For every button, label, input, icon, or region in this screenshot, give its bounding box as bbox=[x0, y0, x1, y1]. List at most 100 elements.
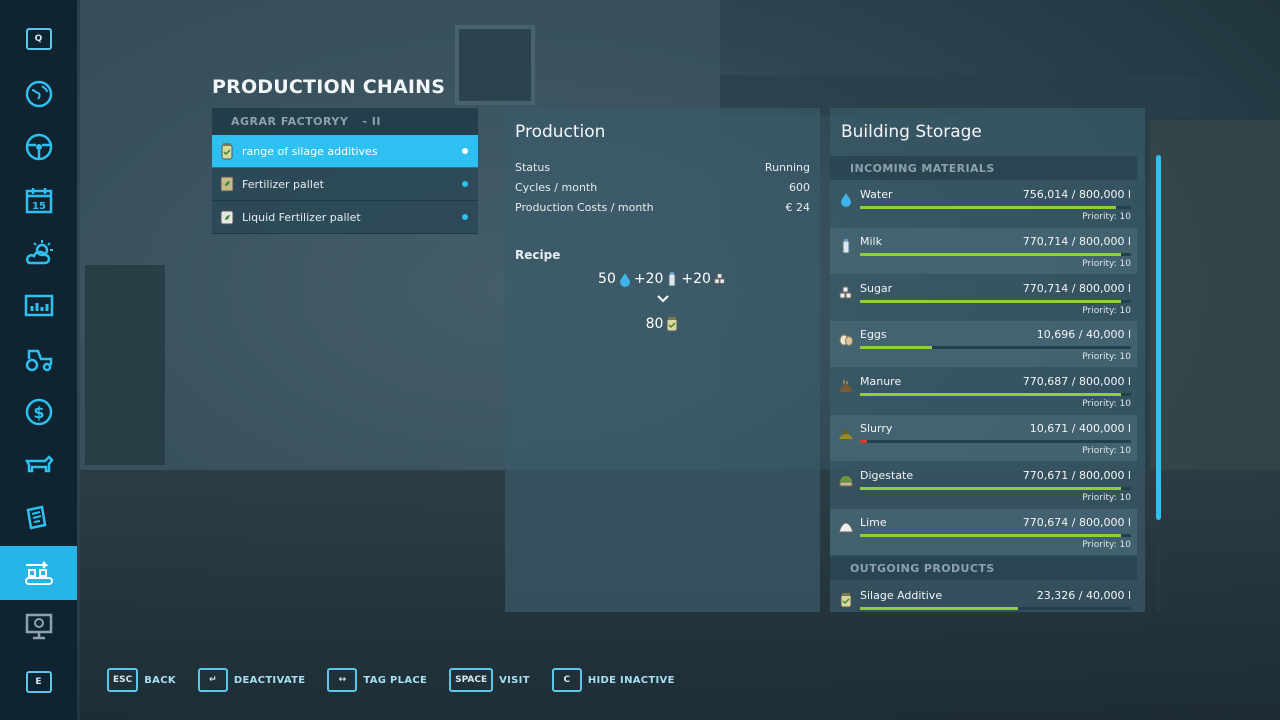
costs-label: Production Costs / month bbox=[515, 201, 654, 214]
storage-fill-level bbox=[860, 252, 1121, 256]
storage-fill-level bbox=[860, 533, 1121, 537]
status-value: Running bbox=[764, 161, 810, 174]
background-field bbox=[1150, 120, 1280, 470]
storage-item-lime[interactable]: Lime 770,674 / 800,000 l Priority: 10 bbox=[830, 508, 1137, 555]
storage-item-priority: Priority: 10 bbox=[1082, 352, 1131, 363]
status-dot bbox=[462, 181, 468, 187]
storage-item-name: Silage Additive bbox=[860, 589, 943, 602]
animals-icon bbox=[24, 455, 54, 473]
storage-item-water[interactable]: Water 756,014 / 800,000 l Priority: 10 bbox=[830, 181, 1137, 227]
sidebar-item-help[interactable] bbox=[0, 600, 77, 652]
weather-icon bbox=[25, 240, 53, 265]
storage-fill-level bbox=[860, 206, 1117, 209]
storage-item-amount: 770,687 / 800,000 l bbox=[1022, 375, 1131, 389]
storage-item-priority: Priority: 10 bbox=[1082, 212, 1131, 222]
storage-item-priority: Priority: 10 bbox=[1082, 539, 1131, 550]
recipe-label: Recipe bbox=[515, 248, 561, 262]
storage-fill-level bbox=[860, 607, 1018, 610]
statistics-icon bbox=[24, 294, 53, 317]
chain-group-name: AGRAR FACTORYY bbox=[231, 115, 349, 128]
storage-item-milk[interactable]: Milk 770,714 / 800,000 l Priority: 10 bbox=[830, 227, 1137, 274]
globe-icon bbox=[25, 80, 52, 108]
water-icon bbox=[838, 191, 854, 207]
outgoing-products-header: OUTGOING PRODUCTS bbox=[830, 556, 1137, 580]
svg-text:$: $ bbox=[33, 403, 44, 422]
storage-fill-bar bbox=[860, 393, 1131, 397]
key-esc: ESC bbox=[107, 668, 139, 692]
sidebar-item-garage[interactable] bbox=[0, 333, 77, 385]
deactivate-button[interactable]: ↵ DEACTIVATE bbox=[197, 668, 306, 692]
sidebar-item-production[interactable] bbox=[0, 546, 77, 600]
storage-item-amount: 770,674 / 800,000 l bbox=[1022, 515, 1131, 529]
storage-item-amount: 10,696 / 40,000 l bbox=[1036, 328, 1131, 342]
storage-fill-bar bbox=[860, 440, 1131, 443]
chain-item-label: range of silage additives bbox=[242, 144, 378, 158]
storage-item-slurry[interactable]: Slurry 10,671 / 400,000 l Priority: 10 bbox=[830, 415, 1137, 461]
storage-fill-bar bbox=[860, 607, 1131, 610]
storage-item-amount: 10,671 / 400,000 l bbox=[1029, 422, 1131, 435]
sidebar: Q 15 $ E bbox=[0, 0, 77, 720]
storage-fill-level bbox=[860, 299, 1121, 303]
chain-group-header[interactable]: AGRAR FACTORYY - II bbox=[212, 108, 478, 135]
sidebar-item-animals[interactable] bbox=[0, 439, 77, 491]
visit-button[interactable]: SPACE VISIT bbox=[449, 668, 530, 692]
sidebar-key-e[interactable]: E bbox=[0, 656, 77, 708]
fertilizer-pallet-icon bbox=[220, 175, 234, 193]
back-button[interactable]: ESC BACK bbox=[107, 668, 176, 692]
recipe-input-amount: +20 bbox=[681, 271, 711, 287]
storage-item-silage-additive[interactable]: Silage Additive 23,326 / 40,000 l bbox=[830, 582, 1137, 612]
sidebar-item-finances[interactable]: $ bbox=[0, 386, 77, 438]
chain-group-level: - II bbox=[362, 115, 381, 128]
sidebar-item-statistics[interactable] bbox=[0, 280, 77, 332]
storage-item-manure[interactable]: Manure 770,687 / 800,000 l Priority: 10 bbox=[830, 368, 1137, 414]
background-window bbox=[455, 25, 535, 105]
storage-item-sugar[interactable]: Sugar 770,714 / 800,000 l Priority: 10 bbox=[830, 275, 1137, 321]
storage-item-priority: Priority: 10 bbox=[1082, 492, 1131, 503]
page-title: PRODUCTION CHAINS bbox=[212, 76, 446, 98]
finances-icon: $ bbox=[25, 398, 52, 426]
chain-item-silage-additives[interactable]: range of silage additives bbox=[212, 135, 478, 168]
cycles-label: Cycles / month bbox=[515, 181, 598, 194]
storage-item-eggs[interactable]: Eggs 10,696 / 40,000 l Priority: 10 bbox=[830, 321, 1137, 368]
production-title: Production bbox=[515, 122, 606, 142]
storage-fill-level bbox=[860, 346, 933, 350]
sidebar-item-vehicles[interactable] bbox=[0, 121, 77, 173]
key-enter: ↵ bbox=[197, 668, 228, 692]
chain-item-fertilizer-pallet[interactable]: Fertilizer pallet bbox=[212, 168, 478, 201]
costs-value: € 24 bbox=[785, 201, 811, 214]
key-space: SPACE bbox=[449, 668, 494, 692]
chain-item-liquid-fertilizer-pallet[interactable]: Liquid Fertilizer pallet bbox=[212, 201, 478, 234]
storage-scrollbar[interactable] bbox=[1156, 155, 1161, 612]
storage-item-name: Slurry bbox=[860, 422, 893, 435]
storage-item-digestate[interactable]: Digestate 770,671 / 800,000 l Priority: 10 bbox=[830, 462, 1137, 508]
digestate-icon bbox=[838, 472, 854, 488]
storage-item-name: Sugar bbox=[860, 281, 893, 295]
sidebar-item-calendar[interactable]: 15 bbox=[0, 174, 77, 226]
storage-item-priority: Priority: 10 bbox=[1082, 305, 1131, 316]
sidebar-item-contracts[interactable] bbox=[0, 492, 77, 544]
status-row: Status Running bbox=[515, 161, 810, 174]
status-label: Status bbox=[515, 161, 551, 174]
scrollbar-thumb[interactable] bbox=[1156, 155, 1161, 520]
production-chains-list: AGRAR FACTORYY - II range of silage addi… bbox=[212, 108, 478, 234]
chevron-down-icon bbox=[656, 295, 669, 303]
storage-fill-bar bbox=[860, 299, 1131, 303]
storage-fill-bar bbox=[860, 533, 1131, 537]
sidebar-item-map[interactable] bbox=[0, 68, 77, 120]
storage-fill-level bbox=[860, 440, 868, 443]
hide-inactive-button[interactable]: C HIDE INACTIVE bbox=[551, 668, 675, 692]
storage-fill-level bbox=[860, 486, 1121, 490]
water-icon bbox=[619, 273, 630, 287]
storage-item-priority: Priority: 10 bbox=[1082, 446, 1131, 456]
storage-item-priority: Priority: 10 bbox=[1082, 258, 1131, 269]
deactivate-label: DEACTIVATE bbox=[233, 674, 306, 686]
sidebar-item-weather[interactable] bbox=[0, 227, 77, 279]
incoming-materials-header: INCOMING MATERIALS bbox=[830, 156, 1137, 180]
lime-icon bbox=[838, 519, 854, 535]
key-c: C bbox=[551, 668, 582, 692]
tag-place-button[interactable]: ↔ TAG PLACE bbox=[327, 668, 427, 692]
chain-item-label: Fertilizer pallet bbox=[242, 177, 324, 191]
sidebar-key-q[interactable]: Q bbox=[0, 13, 77, 65]
storage-item-name: Manure bbox=[860, 375, 902, 389]
contracts-icon bbox=[26, 505, 46, 530]
